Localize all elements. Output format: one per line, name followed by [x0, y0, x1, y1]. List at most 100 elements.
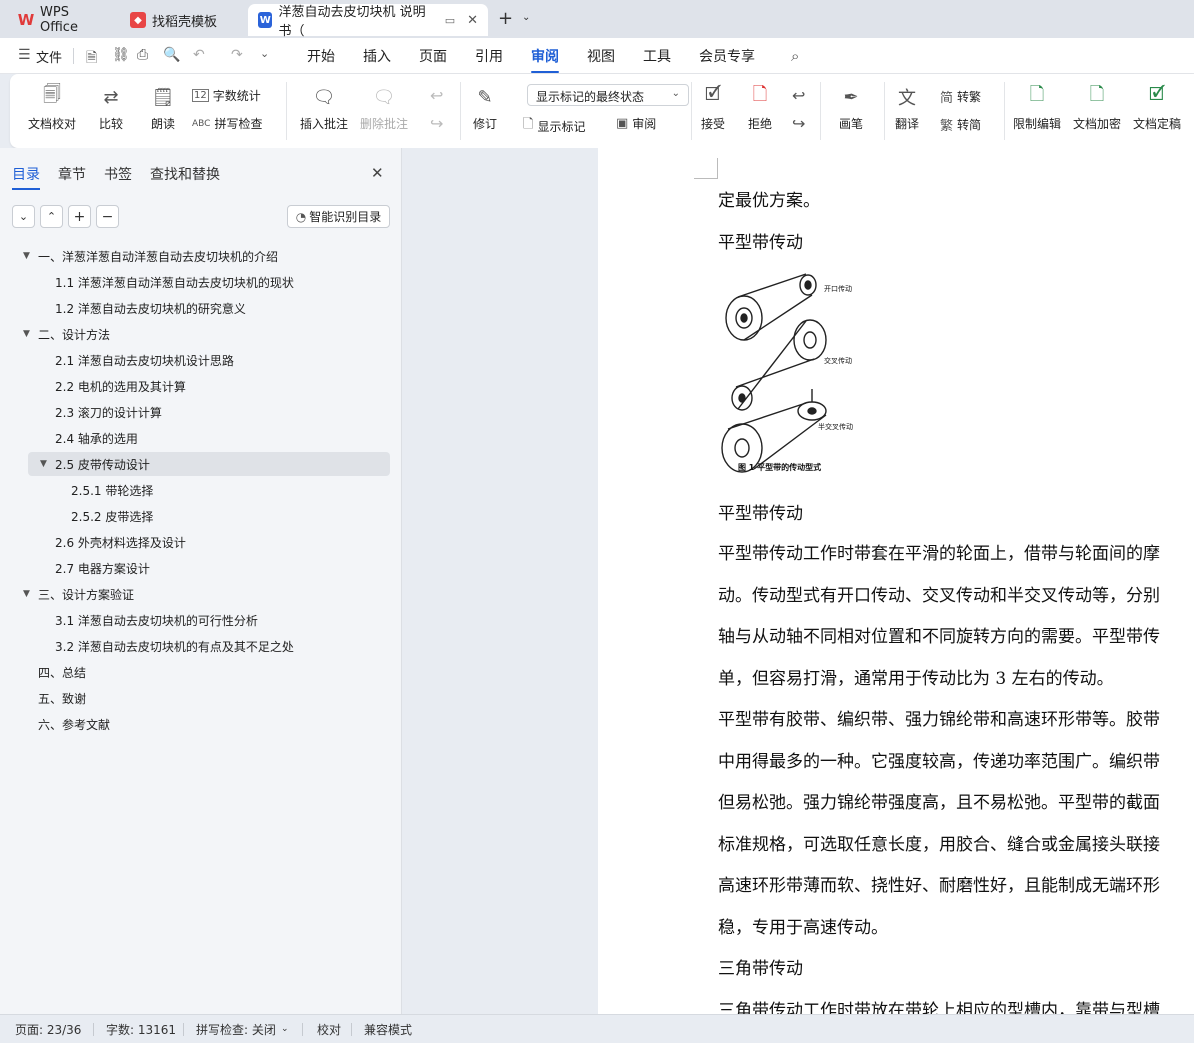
proofread-indicator[interactable]: 校对: [317, 1021, 341, 1038]
restrict-edit-button[interactable]: 🗋 限制编辑: [1013, 84, 1061, 132]
tab-wps-office[interactable]: W WPS Office: [8, 4, 116, 36]
previous-change-icon[interactable]: ↩: [792, 86, 805, 105]
finalize-button[interactable]: 🗹 文档定稿: [1133, 84, 1181, 132]
smart-toc-button[interactable]: ◔ 智能识别目录: [287, 205, 390, 228]
toc-item[interactable]: 1.1 洋葱洋葱自动洋葱自动去皮切块机的现状: [0, 270, 390, 294]
print-icon[interactable]: ⎙: [137, 47, 148, 63]
toc-item[interactable]: ▼ 二、设计方法: [0, 322, 390, 346]
toc-item[interactable]: ▼ 三、设计方案验证: [0, 582, 390, 606]
remove-heading-button[interactable]: −: [96, 205, 119, 228]
add-heading-button[interactable]: +: [68, 205, 91, 228]
word-count-indicator[interactable]: 字数: 13161: [106, 1021, 176, 1038]
proofread-button[interactable]: 🗐 文档校对: [28, 84, 76, 132]
doc-heading: 三角带传动: [718, 959, 803, 979]
toc-item[interactable]: 五、致谢: [0, 686, 390, 710]
toc-item[interactable]: 3.1 洋葱自动去皮切块机的可行性分析: [0, 608, 390, 632]
menu-home[interactable]: 开始: [307, 46, 335, 66]
chevron-down-icon[interactable]: ⌄: [281, 1024, 289, 1034]
toc-item[interactable]: 2.3 滚刀的设计计算: [0, 400, 390, 424]
menu-bar: ☰ 文件 🗎 ⛓ ⎙ 🔍 ↶ ↷ ⌄ 开始 插入 页面 引用 审阅 视图 工具 …: [0, 38, 1194, 74]
show-markup-button[interactable]: 🗋 显示标记: [523, 115, 585, 137]
toc-item[interactable]: 2.5.1 带轮选择: [0, 478, 390, 502]
insert-comment-button[interactable]: 🗨 插入批注: [300, 84, 348, 132]
tab-label: WPS Office: [40, 5, 78, 35]
document-page[interactable]: 定最优方案。 平型带传动 开口传动 交叉传动 半交叉传动 图 1 平型带的传动型…: [598, 148, 1194, 1014]
compare-button[interactable]: ⇄ 比较: [98, 84, 124, 132]
toc-item[interactable]: 3.2 洋葱自动去皮切块机的有点及其不足之处: [0, 634, 390, 658]
collapse-arrow-icon[interactable]: ▼: [40, 459, 47, 469]
delete-comment-icon: 🗨: [372, 86, 396, 108]
next-change-icon[interactable]: ↪: [792, 114, 805, 133]
tab-chapters[interactable]: 章节: [58, 164, 86, 184]
insert-comment-label: 插入批注: [300, 117, 349, 131]
menu-member[interactable]: 会员专享: [699, 46, 755, 66]
spell-check-button[interactable]: ABC 拼写检查: [192, 115, 262, 132]
word-count-button[interactable]: 12 字数统计: [192, 87, 261, 104]
finalize-doc-icon: 🗹: [1148, 84, 1166, 105]
redo-icon[interactable]: ↷: [231, 47, 243, 63]
undo-icon[interactable]: ↶: [193, 47, 205, 63]
customize-chevron-icon[interactable]: ⌄: [260, 47, 269, 60]
menu-page[interactable]: 页面: [419, 46, 447, 66]
pen-button[interactable]: ✒ 画笔: [838, 84, 864, 132]
menu-review[interactable]: 审阅: [531, 46, 559, 73]
toc-item[interactable]: ▼ 2.5 皮带传动设计: [28, 452, 390, 476]
toc-item[interactable]: 2.1 洋葱自动去皮切块机设计思路: [0, 348, 390, 372]
review-pane-icon: ▣: [616, 116, 629, 131]
menu-insert[interactable]: 插入: [363, 46, 391, 66]
toc-item[interactable]: 四、总结: [0, 660, 390, 684]
tab-document[interactable]: W 洋葱自动去皮切块机 说明书（ ▭ ✕: [248, 4, 488, 39]
toc-item[interactable]: 六、参考文献: [0, 712, 390, 736]
toc-item[interactable]: 2.5.2 皮带选择: [0, 504, 390, 528]
toc-item-label: 2.5.2 皮带选择: [71, 509, 154, 524]
review-pane-label: 审阅: [632, 117, 657, 131]
collapse-button[interactable]: ⌃: [40, 205, 63, 228]
collapse-arrow-icon[interactable]: ▼: [23, 589, 30, 599]
toc-item[interactable]: 2.4 轴承的选用: [0, 426, 390, 450]
to-simplified-button[interactable]: 繁 转简: [940, 115, 981, 134]
tab-find-replace[interactable]: 查找和替换: [150, 164, 220, 184]
tab-bookmarks[interactable]: 书签: [104, 164, 132, 184]
close-pane-icon[interactable]: ✕: [371, 164, 384, 182]
doc-line: 但易松弛。强力锦纶带强度高，且不易松弛。平型带的截面: [718, 793, 1160, 813]
close-tab-icon[interactable]: ✕: [467, 13, 478, 28]
menu-references[interactable]: 引用: [475, 46, 503, 66]
tab-toc[interactable]: 目录: [12, 164, 40, 190]
to-traditional-button[interactable]: 简 转繁: [940, 87, 981, 106]
page-indicator[interactable]: 页面: 23/36: [15, 1021, 81, 1038]
menu-tools[interactable]: 工具: [643, 46, 671, 66]
link-icon[interactable]: ⛓: [112, 47, 130, 63]
review-pane-button[interactable]: ▣ 审阅: [616, 115, 656, 132]
previous-comment-icon[interactable]: ↩: [430, 86, 443, 105]
hamburger-icon[interactable]: ☰: [18, 47, 31, 63]
track-changes-button[interactable]: ✎ 修订: [472, 84, 498, 132]
print-preview-icon[interactable]: 🔍: [163, 47, 180, 63]
chevron-down-icon: ⌄: [671, 88, 680, 99]
reject-button[interactable]: 🗋 拒绝: [747, 84, 773, 132]
search-icon[interactable]: ⌕: [791, 47, 799, 65]
translate-button[interactable]: 文 翻译: [894, 84, 920, 132]
save-icon[interactable]: 🗎: [86, 47, 97, 71]
file-menu[interactable]: 文件: [36, 47, 62, 66]
expand-all-button[interactable]: ⌄: [12, 205, 35, 228]
menu-view[interactable]: 视图: [587, 46, 615, 66]
tab-list-chevron-icon[interactable]: ⌄: [522, 12, 530, 23]
collapse-arrow-icon[interactable]: ▼: [23, 329, 30, 339]
toc-item[interactable]: ▼ 一、洋葱洋葱自动洋葱自动去皮切块机的介绍: [0, 244, 390, 268]
toc-item[interactable]: 2.7 电器方案设计: [0, 556, 390, 580]
markup-state-select[interactable]: 显示标记的最终状态 ⌄: [527, 84, 689, 106]
tab-docer-templates[interactable]: ◆ 找稻壳模板: [120, 4, 242, 36]
encrypt-button[interactable]: 🗋 文档加密: [1073, 84, 1121, 132]
toc-item[interactable]: 1.2 洋葱自动去皮切块机的研究意义: [0, 296, 390, 320]
toc-item[interactable]: 2.6 外壳材料选择及设计: [0, 530, 390, 554]
spell-check-indicator[interactable]: 拼写检查: 关闭: [196, 1021, 276, 1038]
ribbon-divider: [820, 82, 821, 140]
monitor-icon[interactable]: ▭: [445, 14, 455, 27]
toc-item[interactable]: 2.2 电机的选用及其计算: [0, 374, 390, 398]
read-aloud-button[interactable]: 🗒 朗读: [150, 84, 176, 132]
next-comment-icon[interactable]: ↪: [430, 114, 443, 133]
new-tab-icon[interactable]: +: [498, 8, 513, 29]
delete-comment-button[interactable]: 🗨 删除批注: [360, 84, 408, 132]
collapse-arrow-icon[interactable]: ▼: [23, 251, 30, 261]
accept-button[interactable]: 🗹 接受: [700, 84, 726, 132]
